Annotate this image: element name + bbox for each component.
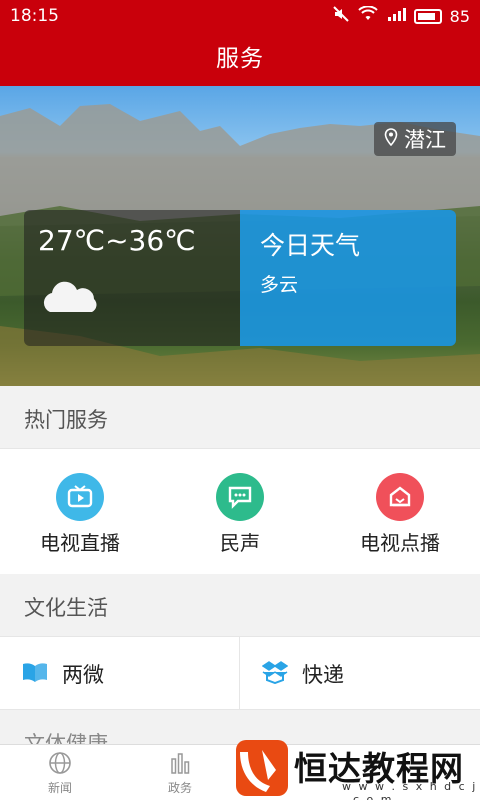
wifi-icon [357,5,378,26]
signal-icon [386,6,406,26]
divider [239,637,240,711]
status-bar: 18:15 85 [0,0,480,32]
location-pin-icon [384,127,398,151]
weather-condition: 多云 [260,274,299,296]
status-icons: 85 [332,5,470,27]
service-vod[interactable]: 电视点播 [320,449,480,575]
hero-banner: 潜江 27℃~36℃ 今日天气 多云 [0,86,480,386]
nav-tab-government[interactable]: 政务 [120,745,240,800]
globe-icon [49,752,71,774]
culture-label: 快递 [302,663,344,687]
sports-health-header: 文体健康 [0,710,480,756]
nav-label: 新闻 [47,781,72,795]
service-label: 民声 [220,531,260,555]
book-icon [22,661,48,688]
mute-icon [332,5,350,27]
vod-icon [376,473,424,521]
section-title: 文化生活 [24,596,108,620]
chart-icon [171,753,190,774]
nav-tab-news[interactable]: 新闻 [0,745,120,800]
temperature-range: 27℃~36℃ [38,224,196,257]
hot-services-grid: 电视直播 民声 电视点播 [0,448,480,574]
watermark-logo [236,740,288,796]
watermark-url: w w w . s x h d c j . c o m [342,780,478,800]
tv-live-icon [56,473,104,521]
section-title: 热门服务 [24,408,108,432]
culture-item-express[interactable]: 快递 [261,637,480,711]
nav-label: 政务 [167,781,192,795]
cloud-icon [43,281,97,312]
service-label: 电视点播 [360,531,440,555]
status-time: 18:15 [10,6,59,26]
location-name: 潜江 [404,128,446,152]
service-public-voice[interactable]: 民声 [160,449,320,575]
location-selector[interactable]: 潜江 [374,122,456,156]
service-label: 电视直播 [40,531,120,555]
today-weather-panel[interactable]: 今日天气 多云 [240,210,456,346]
package-icon [261,660,289,689]
service-tv-live[interactable]: 电视直播 [0,449,160,575]
chat-icon [216,473,264,521]
culture-label: 两微 [62,663,104,687]
battery-icon [413,8,442,24]
weather-temperature-panel: 27℃~36℃ [24,210,240,346]
battery-percent: 85 [449,6,470,26]
weather-title: 今日天气 [260,231,361,260]
battery-level-bar [417,12,435,20]
culture-item-two-micro[interactable]: 两微 [22,637,262,711]
culture-list: 两微 快递 [0,636,480,711]
watermark: 恒达教程网 w w w . s x h d c j . c o m [230,740,480,800]
hot-services-header: 热门服务 [0,386,480,448]
page-title: 服务 [216,46,264,72]
title-bar: 服务 [0,32,480,86]
culture-header: 文化生活 [0,574,480,636]
